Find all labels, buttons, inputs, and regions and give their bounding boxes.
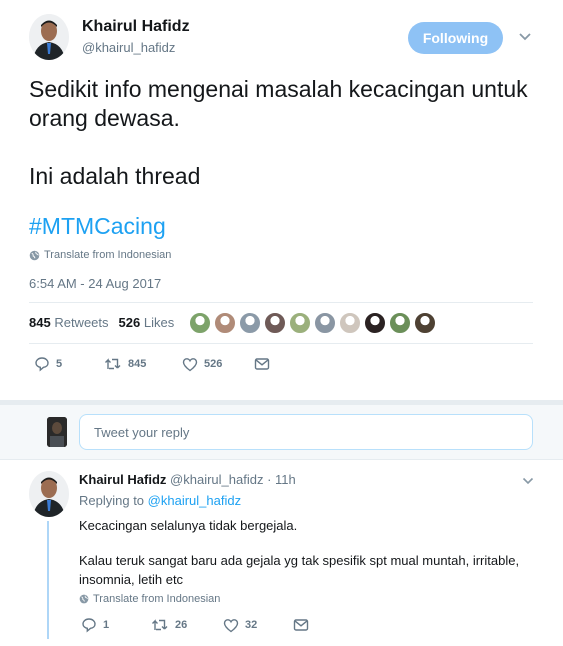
liker-avatar[interactable] — [189, 312, 211, 334]
reply-button[interactable]: 5 — [34, 356, 104, 372]
heart-icon — [182, 357, 198, 371]
like-button[interactable]: 526 — [182, 357, 254, 372]
reply-chevron-down-icon[interactable] — [522, 477, 534, 485]
tweet-stats: 845 Retweets 526 Likes — [29, 315, 184, 330]
reply-reply-button[interactable]: 1 — [81, 617, 151, 633]
reply-translate-label: Translate from Indonesian — [93, 593, 221, 605]
reply-icon — [82, 618, 96, 633]
like-count: 526 — [204, 358, 223, 370]
reply-translate-link[interactable]: Translate from Indonesian — [79, 593, 220, 605]
stats-divider-bottom — [29, 343, 533, 344]
retweet-icon — [105, 358, 121, 370]
replying-to: Replying to @khairul_hafidz — [79, 493, 241, 508]
likers-avatars — [189, 312, 436, 334]
reply-paragraph-1: Kecacingan selalunya tidak bergejala. — [79, 518, 298, 533]
reply-author-name[interactable]: Khairul Hafidz — [79, 472, 166, 487]
author-handle[interactable]: @khairul_hafidz — [82, 40, 175, 55]
globe-icon — [29, 250, 40, 260]
replying-to-handle[interactable]: @khairul_hafidz — [148, 493, 241, 508]
following-button[interactable]: Following — [408, 22, 503, 54]
hashtag-link[interactable]: #MTMCacing — [29, 213, 166, 240]
liker-avatar[interactable] — [314, 312, 336, 334]
envelope-icon — [254, 358, 270, 370]
reply-reply-count: 1 — [103, 619, 110, 631]
thread-line — [47, 521, 49, 639]
envelope-icon — [293, 619, 309, 631]
likes-stat[interactable]: 526 Likes — [119, 315, 175, 330]
liker-avatar[interactable] — [289, 312, 311, 334]
reply-input[interactable] — [79, 414, 533, 450]
liker-avatar[interactable] — [389, 312, 411, 334]
replying-to-prefix: Replying to — [79, 493, 145, 508]
reply-like-button[interactable]: 32 — [223, 618, 293, 633]
reply-author-handle[interactable]: @khairul_hafidz — [170, 472, 263, 487]
chevron-down-icon[interactable] — [518, 32, 532, 42]
reply-count: 5 — [56, 358, 63, 370]
main-tweet: Khairul Hafidz @khairul_hafidz Following… — [0, 0, 563, 400]
tweet-text: Sedikit info mengenai masalah kecacingan… — [29, 75, 529, 191]
liker-avatar[interactable] — [364, 312, 386, 334]
reply-actions: 1 26 32 — [81, 617, 309, 633]
likes-label: Likes — [143, 315, 175, 330]
reply-text: Kecacingan selalunya tidak bergejala. Ka… — [79, 516, 539, 589]
stats-divider-top — [29, 302, 533, 303]
retweets-label: Retweets — [54, 315, 109, 330]
reply-time[interactable]: 11h — [275, 472, 296, 487]
globe-icon — [79, 594, 89, 604]
reply-direct-message-button[interactable] — [293, 618, 309, 632]
direct-message-button[interactable] — [254, 357, 270, 371]
liker-avatar[interactable] — [214, 312, 236, 334]
tweet-timestamp[interactable]: 6:54 AM - 24 Aug 2017 — [29, 276, 161, 291]
tweet-actions: 5 845 526 — [34, 356, 270, 372]
liker-avatar[interactable] — [239, 312, 261, 334]
reply-retweet-count: 26 — [175, 619, 188, 631]
reply-retweet-button[interactable]: 26 — [151, 618, 223, 632]
retweet-icon — [152, 619, 168, 631]
translate-link[interactable]: Translate from Indonesian — [29, 249, 171, 261]
reply-separator: · — [267, 472, 272, 487]
reply-like-count: 32 — [245, 619, 258, 631]
reply-author-avatar[interactable] — [29, 471, 69, 517]
likes-count: 526 — [118, 315, 141, 330]
translate-label: Translate from Indonesian — [44, 249, 172, 261]
retweets-count: 845 — [29, 315, 51, 330]
retweets-stat[interactable]: 845 Retweets — [29, 315, 109, 330]
current-user-avatar — [47, 417, 67, 447]
liker-avatar[interactable] — [414, 312, 436, 334]
author-name[interactable]: Khairul Hafidz — [82, 18, 190, 36]
retweet-button[interactable]: 845 — [104, 357, 182, 371]
reply-tweet: Khairul Hafidz @khairul_hafidz · 11h Rep… — [0, 461, 563, 646]
heart-icon — [223, 618, 239, 632]
liker-avatar[interactable] — [264, 312, 286, 334]
reply-header: Khairul Hafidz @khairul_hafidz · 11h — [79, 472, 296, 487]
retweet-count: 845 — [128, 358, 147, 370]
liker-avatar[interactable] — [339, 312, 361, 334]
tweet-text-line-1: Sedikit info mengenai masalah kecacingan… — [29, 76, 528, 131]
tweet-text-line-2: Ini adalah thread — [29, 163, 201, 189]
author-avatar[interactable] — [29, 14, 69, 60]
reply-composer — [0, 405, 563, 460]
reply-paragraph-2: Kalau teruk sangat baru ada gejala yg ta… — [79, 553, 520, 587]
reply-icon — [35, 357, 49, 372]
